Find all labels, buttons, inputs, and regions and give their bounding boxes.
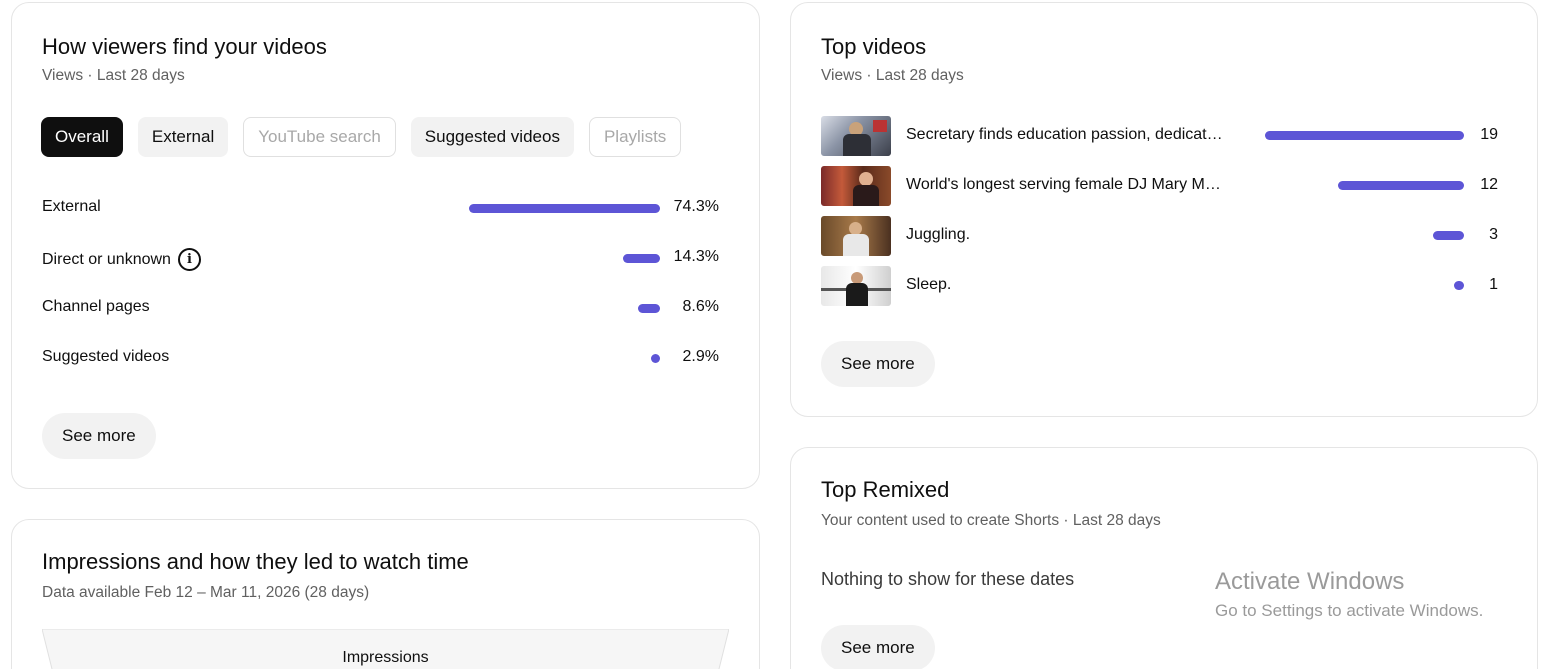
top-remixed-card: Top Remixed Your content used to create … <box>790 447 1538 669</box>
card-subtitle: Views · Last 28 days <box>821 67 964 84</box>
traffic-bar <box>638 304 660 313</box>
video-bar <box>1265 131 1464 140</box>
traffic-label: Channel pages <box>42 298 150 315</box>
empty-state-text: Nothing to show for these dates <box>821 569 1075 589</box>
filter-chips: Overall External YouTube search Suggeste… <box>41 117 682 157</box>
video-views: 19 <box>1480 126 1498 143</box>
see-more-button[interactable]: See more <box>821 625 935 669</box>
video-views: 3 <box>1489 226 1498 243</box>
card-title: Impressions and how they led to watch ti… <box>42 549 469 574</box>
video-thumbnail[interactable] <box>821 266 891 306</box>
video-row[interactable]: Juggling. 3 <box>821 216 1498 256</box>
traffic-value: 2.9% <box>682 348 719 365</box>
card-title: Top Remixed <box>821 477 950 502</box>
activate-windows-hint: Go to Settings to activate Windows. <box>1215 601 1484 620</box>
traffic-row: External 74.3% <box>42 196 719 222</box>
video-views: 1 <box>1489 276 1498 293</box>
video-thumbnail[interactable] <box>821 216 891 256</box>
impressions-card: Impressions and how they led to watch ti… <box>11 519 760 669</box>
video-title[interactable]: Secretary finds education passion, dedic… <box>906 126 1223 144</box>
card-title: Top videos <box>821 34 927 59</box>
video-bar <box>1433 231 1464 240</box>
video-row[interactable]: Secretary finds education passion, dedic… <box>821 116 1498 156</box>
traffic-row: Direct or unknown i 14.3% <box>42 246 719 272</box>
card-subtitle: Views · Last 28 days <box>42 67 185 84</box>
chip-playlists[interactable]: Playlists <box>588 117 682 157</box>
card-title: How viewers find your videos <box>42 34 327 59</box>
activate-windows-watermark: Activate Windows <box>1215 568 1405 595</box>
traffic-label: Direct or unknown <box>42 250 171 268</box>
video-row[interactable]: Sleep. 1 <box>821 266 1498 306</box>
funnel-label: Impressions <box>342 649 429 666</box>
traffic-sources-card: How viewers find your videos Views · Las… <box>11 2 760 489</box>
impressions-funnel: Impressions <box>42 629 729 669</box>
chip-external[interactable]: External <box>137 117 229 157</box>
video-title[interactable]: Sleep. <box>906 276 951 294</box>
traffic-bar <box>651 354 660 363</box>
chip-youtube-search[interactable]: YouTube search <box>243 117 396 157</box>
traffic-value: 8.6% <box>682 298 719 315</box>
video-thumbnail[interactable] <box>821 116 891 156</box>
video-bar <box>1338 181 1464 190</box>
see-more-button[interactable]: See more <box>42 413 156 459</box>
traffic-bar <box>469 204 660 213</box>
top-videos-card: Top videos Views · Last 28 days Secretar… <box>790 2 1538 417</box>
traffic-row: Suggested videos 2.9% <box>42 346 719 372</box>
card-subtitle: Your content used to create Shorts · Las… <box>821 512 1161 529</box>
traffic-bar <box>623 254 660 263</box>
card-subtitle: Data available Feb 12 – Mar 11, 2026 (28… <box>42 584 370 601</box>
traffic-label: External <box>42 198 101 215</box>
traffic-label: Suggested videos <box>42 348 170 365</box>
info-icon[interactable]: i <box>177 248 201 271</box>
see-more-button[interactable]: See more <box>821 341 935 387</box>
video-views: 12 <box>1480 176 1498 193</box>
chip-overall[interactable]: Overall <box>41 117 123 157</box>
video-row[interactable]: World's longest serving female DJ Mary M… <box>821 166 1498 206</box>
video-title[interactable]: Juggling. <box>906 226 970 244</box>
traffic-row: Channel pages 8.6% <box>42 296 719 322</box>
chip-suggested-videos[interactable]: Suggested videos <box>410 117 574 157</box>
video-bar <box>1454 281 1464 290</box>
traffic-value: 74.3% <box>673 198 719 215</box>
video-thumbnail[interactable] <box>821 166 891 206</box>
video-title[interactable]: World's longest serving female DJ Mary M… <box>906 176 1221 194</box>
traffic-value: 14.3% <box>673 248 719 265</box>
